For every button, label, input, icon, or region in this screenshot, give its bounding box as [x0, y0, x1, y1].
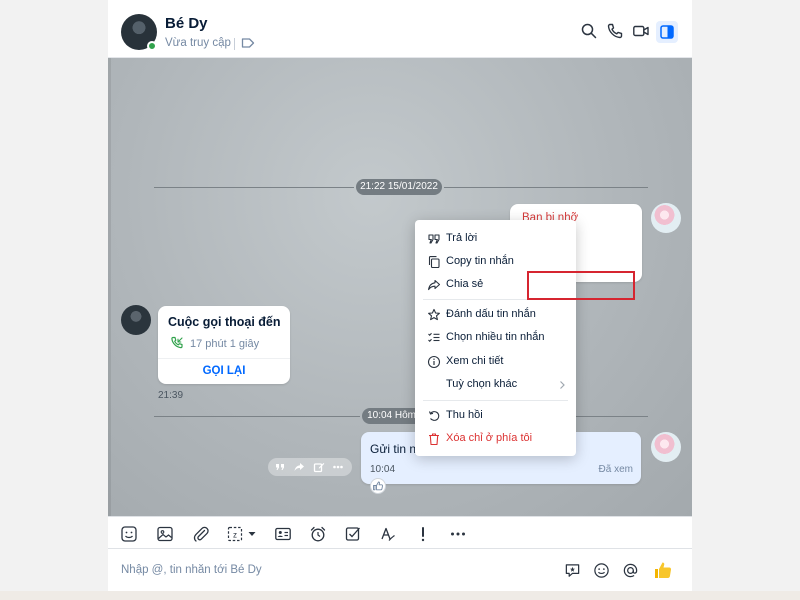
menu-item-label: Xem chi tiết — [446, 355, 504, 367]
tag-icon[interactable] — [241, 37, 255, 49]
menu-item-copy[interactable]: Copy tin nhắn — [415, 251, 576, 273]
thumbs-up-icon — [373, 481, 383, 491]
edit-note-icon[interactable] — [313, 461, 325, 473]
self-avatar[interactable] — [651, 432, 681, 462]
screenshot-icon[interactable]: z — [226, 525, 244, 543]
call-card: Cuộc gọi thoại đến 17 phút 1 giây GỌI LẠ… — [158, 306, 290, 384]
self-avatar[interactable] — [651, 203, 681, 233]
menu-item-label: Chia sẻ — [446, 278, 484, 290]
date-divider-line — [444, 187, 648, 188]
mention-at-icon[interactable] — [622, 562, 639, 579]
call-duration: 17 phút 1 giây — [190, 338, 260, 350]
thumbs-up-icon[interactable] — [653, 560, 673, 580]
call-back-button[interactable]: GỌI LẠI — [158, 358, 290, 384]
date-divider: 21:22 15/01/2022 — [356, 179, 442, 195]
attachment-icon[interactable] — [192, 525, 210, 543]
menu-item-label: Thu hồi — [446, 409, 483, 421]
task-checkbox-icon[interactable] — [344, 525, 362, 543]
menu-item-label: Xóa chỉ ở phía tôi — [446, 432, 533, 444]
message-context-menu: Trả lời Copy tin nhắn Chia sẻ Đánh dấu t… — [415, 220, 576, 456]
call-title: Cuộc gọi thoại đến — [168, 315, 281, 329]
text-format-icon[interactable] — [379, 525, 397, 543]
share-highlight-box — [527, 271, 635, 300]
sidebar-panel-icon — [660, 25, 674, 39]
menu-item-multi-select[interactable]: Chọn nhiều tin nhắn — [415, 327, 576, 349]
reminder-alarm-icon[interactable] — [309, 525, 327, 543]
checklist-icon — [428, 332, 440, 342]
menu-divider — [423, 400, 568, 401]
chevron-down-icon[interactable] — [246, 525, 258, 543]
message-time: 10:04 — [370, 464, 396, 475]
image-icon[interactable] — [156, 525, 174, 543]
star-icon — [428, 308, 440, 321]
chevron-right-icon — [560, 381, 565, 389]
header-divider — [234, 38, 235, 50]
undo-icon — [428, 411, 440, 421]
composer — [108, 549, 692, 591]
contact-status: Vừa truy cập — [165, 37, 231, 49]
taskbar-strip — [0, 591, 800, 600]
info-icon — [427, 355, 441, 369]
reaction-button[interactable] — [370, 478, 386, 494]
quick-message-icon[interactable] — [564, 562, 581, 579]
contact-card-icon[interactable] — [274, 525, 292, 543]
menu-item-label: Copy tin nhắn — [446, 255, 514, 267]
date-divider-line — [154, 187, 354, 188]
urgent-icon[interactable] — [414, 525, 432, 543]
share-icon[interactable] — [293, 461, 305, 473]
conversation-header: Bé Dy Vừa truy cập — [108, 0, 692, 58]
toggle-info-panel-button[interactable] — [656, 21, 678, 43]
contact-name[interactable]: Bé Dy — [165, 15, 208, 32]
menu-item-details[interactable]: Xem chi tiết — [415, 351, 576, 373]
menu-item-reply[interactable]: Trả lời — [415, 228, 576, 250]
emoji-icon[interactable] — [593, 562, 610, 579]
message-input[interactable] — [108, 549, 548, 591]
phone-call-icon[interactable] — [606, 22, 624, 40]
chat-window: Bé Dy Vừa truy cập 21:22 15/01/2022 Bạn … — [108, 0, 692, 600]
copy-icon — [428, 256, 440, 269]
menu-item-label: Trả lời — [446, 232, 478, 244]
menu-item-recall[interactable]: Thu hồi — [415, 405, 576, 427]
menu-item-delete-for-me[interactable]: Xóa chỉ ở phía tôi — [415, 428, 576, 450]
menu-item-more-options[interactable]: Tuỳ chọn khác — [415, 374, 576, 396]
quote-icon — [428, 234, 440, 244]
sticker-icon[interactable] — [120, 525, 138, 543]
search-icon[interactable] — [580, 22, 598, 40]
incoming-call-icon — [171, 336, 183, 349]
trash-icon — [429, 433, 439, 446]
menu-item-label: Chọn nhiều tin nhắn — [446, 331, 545, 343]
menu-item-label: Đánh dấu tin nhắn — [446, 308, 536, 320]
chat-edge — [108, 58, 111, 516]
message-hover-actions — [268, 458, 352, 476]
online-indicator — [147, 41, 157, 51]
video-call-icon[interactable] — [632, 22, 650, 40]
composer-toolbar: z — [108, 516, 692, 549]
menu-item-mark[interactable]: Đánh dấu tin nhắn — [415, 304, 576, 326]
share-icon — [428, 279, 441, 291]
contact-avatar-small[interactable] — [121, 305, 151, 335]
svg-text:z: z — [233, 531, 237, 540]
seen-status: Đã xem — [598, 464, 633, 475]
more-icon[interactable] — [449, 525, 467, 543]
reply-quote-icon[interactable] — [274, 461, 286, 473]
call-time: 21:39 — [158, 390, 184, 401]
more-icon[interactable] — [332, 461, 344, 473]
date-divider-line — [154, 416, 360, 417]
menu-item-label: Tuỳ chọn khác — [446, 378, 518, 390]
